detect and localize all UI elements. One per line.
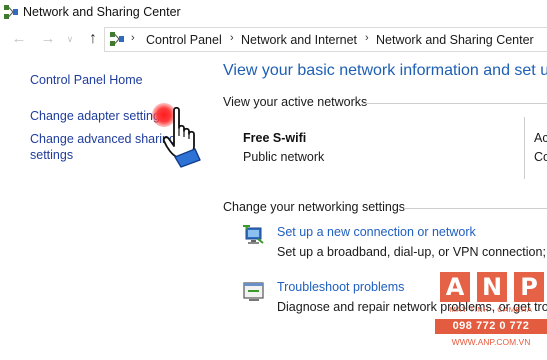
connections-label: Co (534, 150, 547, 164)
breadcrumb-network-and-sharing-center[interactable]: Network and Sharing Center (376, 33, 534, 47)
new-connection-icon (243, 225, 264, 244)
sidebar-item-change-advanced-sharing-cont[interactable]: settings (30, 147, 73, 163)
watermark-phone: 098 772 0 772 (435, 319, 547, 334)
active-networks-label: View your active networks (223, 95, 368, 109)
address-field[interactable]: › Control Panel › Network and Internet ›… (104, 27, 547, 52)
network-category[interactable]: Public network (243, 150, 324, 164)
forward-arrow-icon[interactable]: → (39, 30, 57, 48)
network-center-icon (4, 5, 18, 19)
control-panel-icon (110, 32, 124, 46)
address-bar: ← → ∨ ↑ › Control Panel › Network and In… (0, 27, 547, 52)
breadcrumb-network-and-internet[interactable]: Network and Internet (241, 33, 357, 47)
watermark-site: WWW.ANP.COM.VN (451, 337, 531, 347)
watermark-tagline: MÁY TÍNH - CAMERA (449, 305, 533, 314)
section-divider (363, 103, 547, 104)
chevron-down-icon[interactable]: ∨ (64, 30, 76, 48)
watermark-letter: P (514, 272, 544, 302)
watermark: A N P MÁY TÍNH - CAMERA 098 772 0 772 WW… (435, 272, 547, 360)
breadcrumb-separator: › (131, 32, 135, 44)
up-arrow-icon[interactable]: ↑ (84, 30, 102, 48)
pointing-hand-icon (162, 106, 201, 168)
breadcrumb-separator: › (365, 32, 369, 44)
breadcrumb-separator: › (230, 32, 234, 44)
setup-connection-description: Set up a broadband, dial-up, or VPN conn… (277, 245, 547, 259)
setup-connection-link[interactable]: Set up a new connection or network (277, 225, 476, 239)
sidebar-item-change-adapter-settings[interactable]: Change adapter settings (30, 108, 166, 124)
sidebar-item-change-advanced-sharing[interactable]: Change advanced sharing (30, 131, 176, 147)
breadcrumb-control-panel[interactable]: Control Panel (146, 33, 222, 47)
troubleshoot-link[interactable]: Troubleshoot problems (277, 280, 404, 294)
window-title: Network and Sharing Center (23, 5, 181, 19)
sidebar-item-control-panel-home[interactable]: Control Panel Home (30, 72, 143, 88)
section-divider (404, 208, 547, 209)
title-bar: Network and Sharing Center (0, 0, 547, 26)
access-type-label: Ac (534, 131, 547, 145)
column-divider (524, 117, 525, 179)
watermark-logo: A N P (440, 272, 545, 302)
watermark-letter: A (440, 272, 470, 302)
page-title: View your basic network information and … (223, 62, 547, 79)
watermark-letter: N (477, 272, 507, 302)
networking-settings-label: Change your networking settings (223, 200, 406, 214)
network-name: Free S-wifi (243, 131, 307, 145)
back-arrow-icon[interactable]: ← (10, 30, 28, 48)
troubleshoot-icon (243, 282, 264, 301)
